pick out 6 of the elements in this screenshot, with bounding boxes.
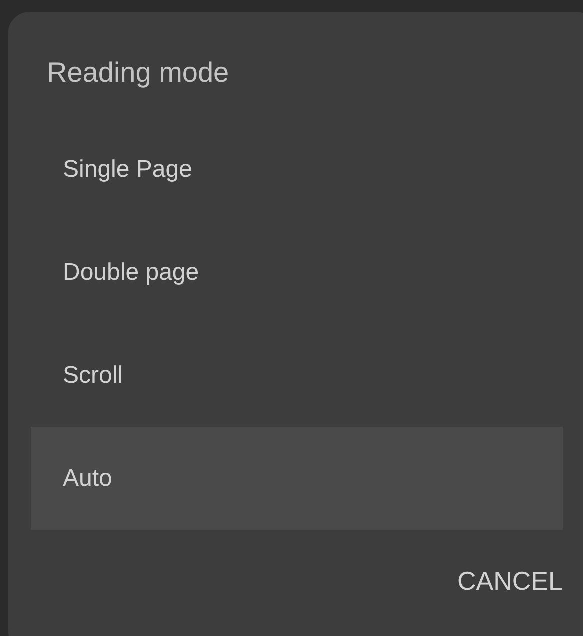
- dialog-title: Reading mode: [46, 56, 230, 90]
- option-item[interactable]: Auto: [31, 427, 563, 530]
- option-item[interactable]: Scroll: [31, 324, 563, 427]
- option-item[interactable]: Double page: [31, 221, 563, 324]
- cancel-button[interactable]: CANCEL: [458, 566, 563, 596]
- option-item[interactable]: Single Page: [31, 118, 563, 221]
